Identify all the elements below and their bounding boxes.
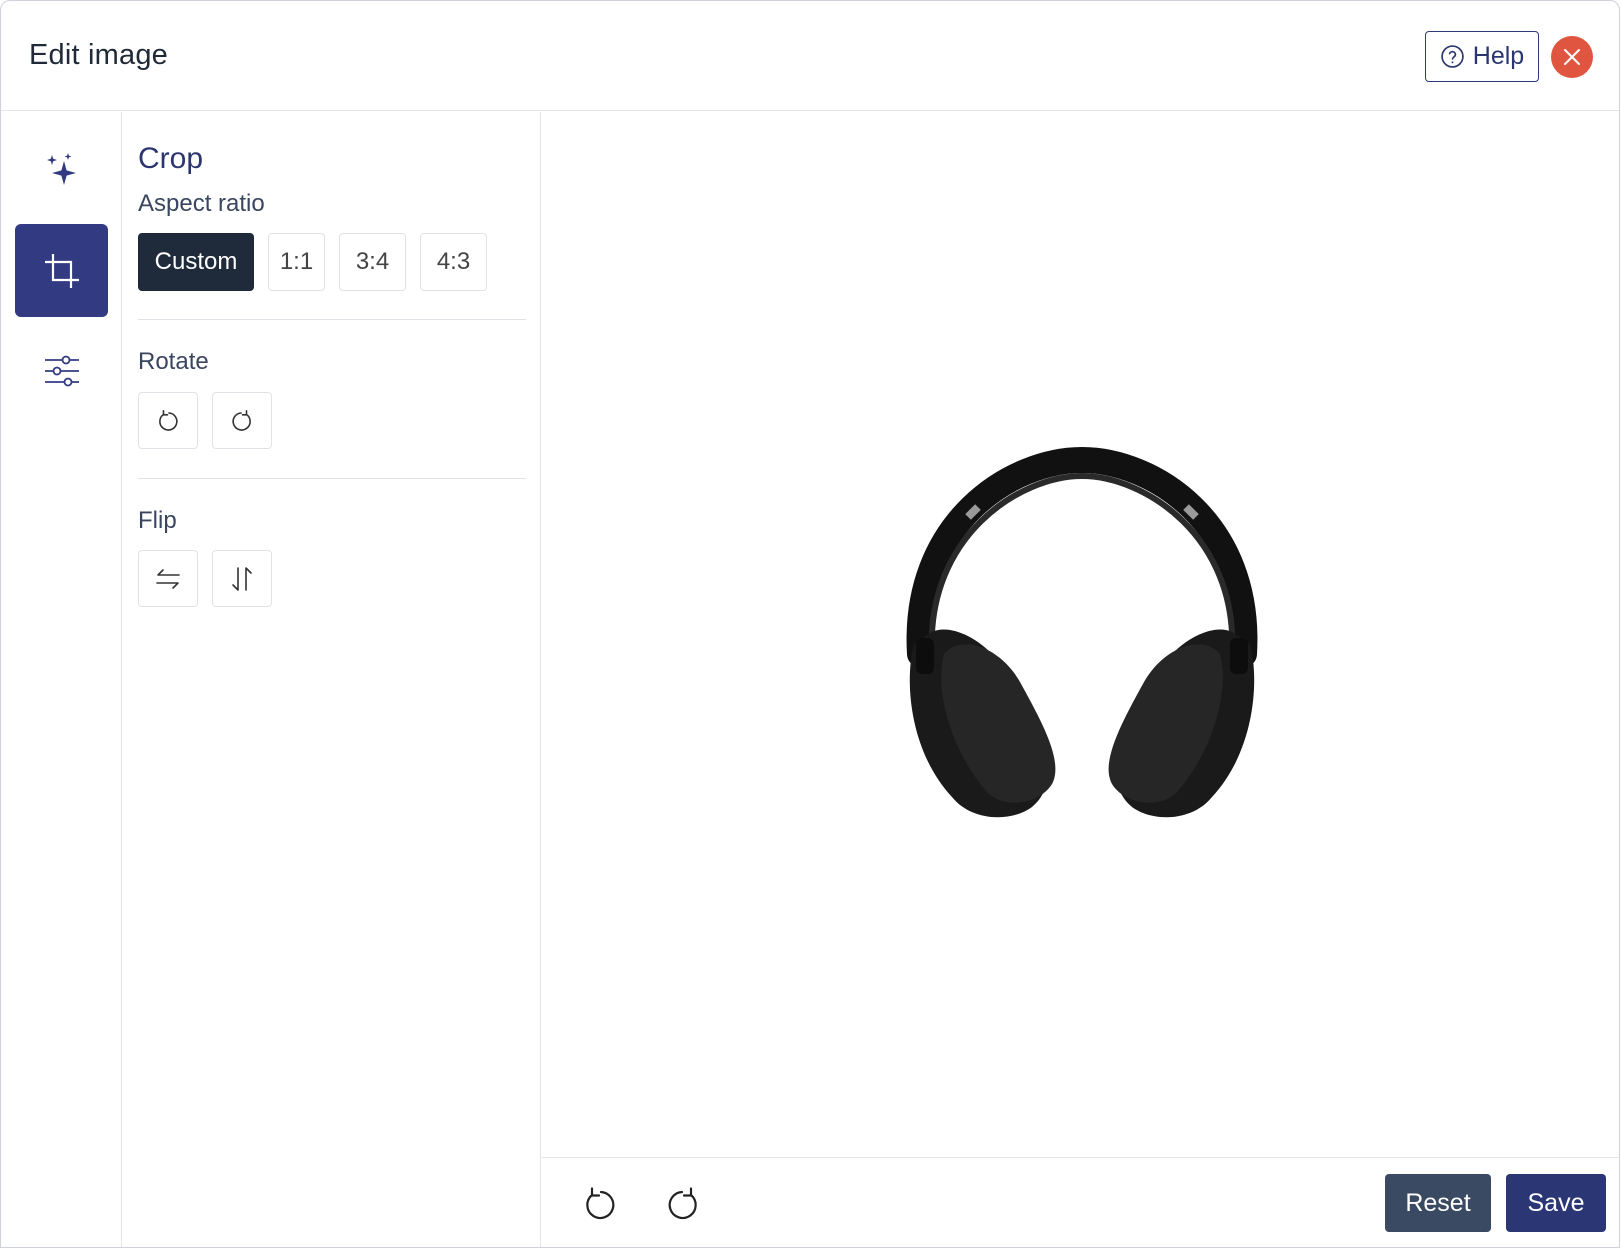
crop-icon — [44, 253, 79, 288]
modal-header: Edit image Help — [1, 1, 1619, 111]
help-button[interactable]: Help — [1425, 31, 1539, 82]
close-icon — [1564, 49, 1580, 65]
ratio-custom-button[interactable]: Custom — [138, 233, 254, 291]
panel-title: Crop — [138, 142, 204, 175]
help-label: Help — [1472, 42, 1525, 70]
flip-vertical-icon — [232, 566, 252, 591]
tool-rail — [1, 112, 122, 1247]
edit-image-modal: Edit image Help Crop Aspect ratio Custom… — [0, 0, 1620, 1248]
rotate-label: Rotate — [138, 348, 209, 375]
save-button[interactable]: Save — [1506, 1174, 1606, 1232]
undo-button[interactable] — [575, 1179, 625, 1229]
flip-horizontal-icon — [156, 568, 180, 589]
headphones-image — [906, 446, 1258, 818]
crop-panel: Crop Aspect ratio Custom 1:1 3:4 4:3 Rot… — [123, 112, 541, 1247]
divider — [138, 478, 526, 479]
flip-options — [138, 550, 272, 607]
redo-icon — [668, 1187, 697, 1220]
flip-label: Flip — [138, 507, 177, 534]
rotate-left-icon — [159, 409, 178, 431]
sparkles-icon — [46, 152, 76, 185]
sliders-icon — [44, 355, 79, 386]
close-button[interactable] — [1551, 36, 1593, 78]
rotate-left-button[interactable] — [138, 392, 198, 449]
rail-item-adjust[interactable] — [15, 324, 108, 417]
modal-footer: Reset Save — [542, 1159, 1619, 1247]
rotate-right-icon — [232, 409, 251, 431]
image-canvas[interactable] — [542, 112, 1619, 1158]
modal-title: Edit image — [29, 39, 169, 71]
flip-horizontal-button[interactable] — [138, 550, 198, 607]
ratio-1-1-button[interactable]: 1:1 — [268, 233, 325, 291]
ratio-3-4-button[interactable]: 3:4 — [339, 233, 406, 291]
question-circle-icon — [1441, 45, 1464, 68]
rotate-right-button[interactable] — [212, 392, 272, 449]
undo-icon — [586, 1187, 615, 1220]
flip-vertical-button[interactable] — [212, 550, 272, 607]
aspect-ratio-label: Aspect ratio — [138, 190, 265, 217]
divider — [138, 319, 526, 320]
ratio-4-3-button[interactable]: 4:3 — [420, 233, 487, 291]
reset-button[interactable]: Reset — [1385, 1174, 1491, 1232]
rail-item-crop[interactable] — [15, 224, 108, 317]
redo-button[interactable] — [658, 1179, 708, 1229]
rotate-options — [138, 392, 272, 449]
aspect-ratio-options: Custom 1:1 3:4 4:3 — [138, 233, 487, 291]
rail-item-enhance[interactable] — [15, 122, 108, 215]
